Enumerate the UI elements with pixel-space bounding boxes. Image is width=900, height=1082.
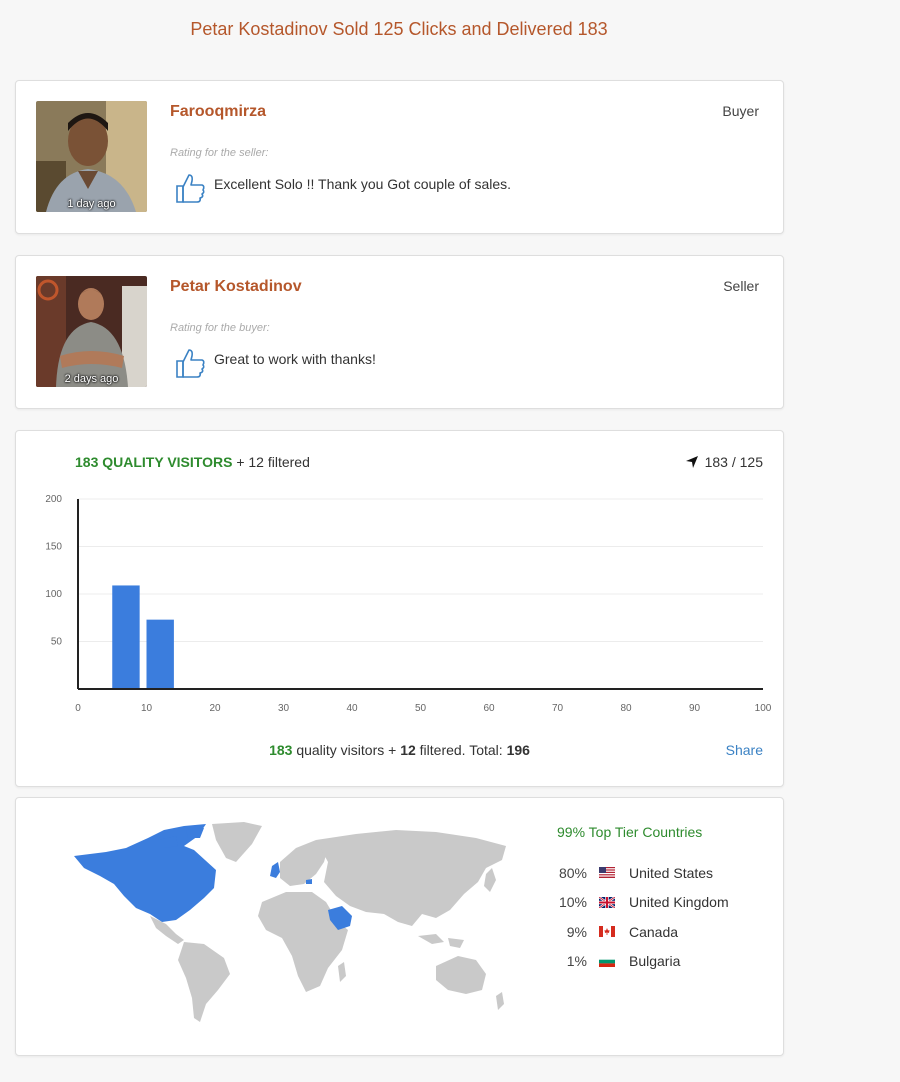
quality-visitors-label: 183 QUALITY VISITORS	[75, 454, 233, 470]
thumbs-up-icon	[176, 174, 205, 203]
map-region-madagascar	[338, 962, 346, 982]
country-row: 9% Canada	[557, 917, 729, 947]
role-label: Seller	[723, 278, 759, 294]
map-region-south-america	[178, 942, 230, 1022]
x-tick-label: 20	[209, 703, 221, 714]
map-region-new-zealand	[496, 992, 504, 1010]
location-arrow-icon	[685, 456, 698, 468]
avatar[interactable]: 1 day ago	[36, 101, 147, 212]
country-percent: 9%	[566, 923, 587, 940]
filtered-label: + 12 filtered	[236, 454, 310, 470]
country-percent: 1%	[566, 953, 587, 970]
visitors-bar-chart: 50 100 150 200 0 10 20 30 40 50 60 70 80 90 100	[45, 494, 772, 714]
country-percent: 10%	[558, 894, 587, 911]
x-tick-label: 50	[415, 703, 427, 714]
avatar[interactable]: 2 days ago	[36, 276, 147, 387]
summary-quality-text: quality visitors +	[296, 742, 397, 758]
time-ago: 1 day ago	[67, 198, 116, 210]
summary-quality-count: 183	[269, 742, 293, 758]
x-tick-label: 60	[483, 703, 495, 714]
rating-caption: Rating for the seller:	[170, 147, 269, 159]
reviewer-name-link[interactable]: Farooqmirza	[170, 103, 266, 121]
delivery-ratio: 183 / 125	[685, 454, 763, 470]
review-card-buyer: 1 day ago Farooqmirza Buyer Rating for t…	[15, 80, 784, 234]
x-tick-label: 80	[620, 703, 632, 714]
canada-flag-icon	[599, 926, 615, 938]
x-tick-label: 0	[75, 703, 81, 714]
visitors-card: 183 QUALITY VISITORS + 12 filtered 183 /…	[15, 430, 784, 787]
rating-caption: Rating for the buyer:	[170, 322, 270, 334]
avatar-photo	[36, 276, 147, 387]
map-region-japan	[484, 868, 496, 892]
role-label: Buyer	[722, 103, 759, 119]
country-percent: 80%	[558, 864, 587, 881]
geo-card: 99% Top Tier Countries 80% United States…	[15, 797, 784, 1056]
summary-total: 196	[506, 742, 530, 758]
y-tick-label: 50	[51, 637, 63, 648]
country-list: 80% United States 10% United Kingdom 9% …	[557, 858, 729, 976]
country-row: 10% United Kingdom	[557, 888, 729, 918]
map-region-greenland	[212, 822, 262, 862]
x-tick-label: 40	[346, 703, 358, 714]
map-region-uk	[270, 862, 280, 878]
review-comment: Excellent Solo !! Thank you Got couple o…	[214, 176, 512, 192]
share-link[interactable]: Share	[726, 742, 763, 758]
map-region-australia	[436, 956, 486, 994]
ratio-value: 183 / 125	[704, 454, 763, 470]
y-tick-label: 200	[45, 494, 62, 505]
bulgaria-flag-icon	[599, 955, 615, 967]
x-tick-label: 90	[689, 703, 701, 714]
chart-bar[interactable]	[112, 585, 140, 689]
visitors-summary: 183 quality visitors + 12 filtered. Tota…	[16, 742, 783, 758]
country-row: 80% United States	[557, 858, 729, 888]
avatar-photo	[36, 101, 147, 212]
x-tick-label: 10	[141, 703, 153, 714]
time-ago: 2 days ago	[64, 373, 119, 385]
x-tick-label: 70	[552, 703, 564, 714]
country-name: United States	[629, 864, 714, 881]
world-map	[74, 822, 506, 1022]
review-card-seller: 2 days ago Petar Kostadinov Seller Ratin…	[15, 255, 784, 409]
visitors-title: 183 QUALITY VISITORS + 12 filtered	[75, 454, 310, 470]
geo-title: 99% Top Tier Countries	[557, 824, 703, 840]
reviewer-name-link[interactable]: Petar Kostadinov	[170, 278, 302, 296]
y-tick-label: 150	[45, 542, 62, 553]
country-name: United Kingdom	[629, 894, 729, 911]
summary-filtered-text: filtered. Total:	[419, 742, 503, 758]
country-name: Canada	[629, 923, 679, 940]
thumbs-up-icon	[176, 349, 205, 378]
map-region-north-america	[74, 824, 216, 922]
y-tick-label: 100	[45, 589, 62, 600]
map-region-africa	[258, 892, 348, 992]
summary-filtered-count: 12	[400, 742, 416, 758]
review-comment: Great to work with thanks!	[214, 351, 376, 367]
uk-flag-icon	[599, 896, 615, 908]
country-row: 1% Bulgaria	[557, 947, 729, 977]
x-tick-label: 100	[755, 703, 772, 714]
page-headline: Petar Kostadinov Sold 125 Clicks and Del…	[190, 19, 608, 39]
x-tick-label: 30	[278, 703, 290, 714]
map-region-indonesia	[418, 934, 464, 948]
country-name: Bulgaria	[629, 953, 681, 970]
us-flag-icon	[599, 867, 615, 879]
chart-bar[interactable]	[146, 619, 174, 689]
